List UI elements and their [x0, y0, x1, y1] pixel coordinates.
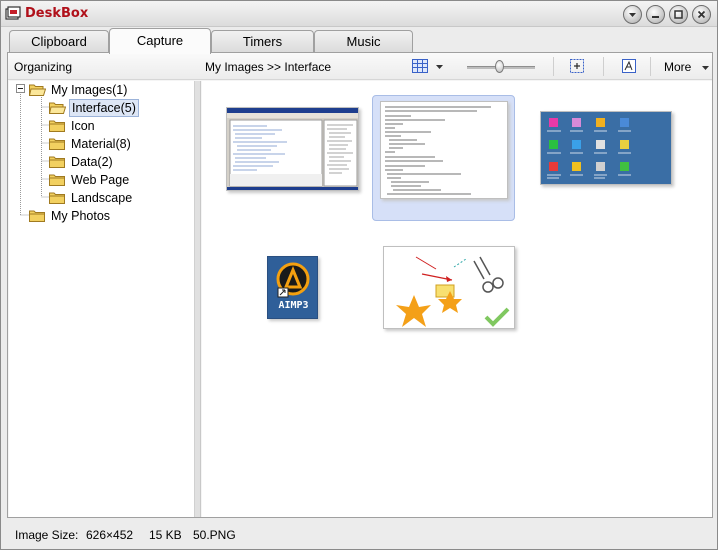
desktop-preview — [547, 118, 631, 179]
folder-icon — [49, 120, 65, 132]
deskbox-window: DeskBox Clipboard Capture Timers Music O… — [0, 0, 718, 550]
breadcrumb: My Images >> Interface — [205, 60, 332, 74]
chevron-down-icon — [702, 66, 709, 70]
status-bar: Image Size: 626×452 15 KB 50.PNG — [1, 519, 717, 549]
folder-icon — [49, 156, 65, 168]
close-button[interactable] — [692, 5, 711, 24]
tab-clipboard[interactable]: Clipboard — [9, 30, 109, 53]
tree-item-label: Icon — [71, 119, 95, 133]
tab-capture[interactable]: Capture — [109, 28, 211, 54]
tab-timers[interactable]: Timers — [211, 30, 314, 53]
toolbar: Organizing My Images >> Interface More — [8, 53, 712, 80]
tab-music[interactable]: Music — [314, 30, 413, 53]
grid-view-icon — [412, 59, 428, 73]
maximize-button[interactable] — [669, 5, 688, 24]
view-mode-button[interactable] — [412, 59, 444, 75]
tree-item-label: Material(8) — [71, 137, 131, 151]
image-filename: 50.PNG — [193, 528, 236, 542]
close-icon — [697, 10, 706, 19]
ide-preview — [227, 108, 358, 190]
slider-thumb[interactable] — [495, 60, 504, 73]
chevron-down-icon — [436, 65, 443, 69]
thumbnail-image — [540, 111, 672, 185]
text-annotation-icon — [622, 59, 636, 73]
tree-item-label: Landscape — [71, 191, 133, 205]
toolbar-separator — [650, 57, 651, 76]
minimize-icon — [652, 16, 659, 18]
thumbnail-image: AIMP3 — [267, 256, 318, 319]
maximize-icon — [674, 10, 683, 19]
toolbar-separator — [603, 57, 604, 76]
more-menu-button[interactable]: More — [664, 60, 710, 76]
tree-item-label: My Images(1) — [51, 83, 128, 97]
minus-icon — [18, 88, 23, 89]
tree-item-label: Interface(5) — [69, 99, 139, 117]
open-folder-icon — [29, 84, 46, 96]
organizing-label: Organizing — [14, 60, 73, 74]
tree-item-label: Web Page — [71, 173, 130, 187]
app-title: DeskBox — [25, 6, 89, 21]
thumbnail-gallery: AIMP3 — [202, 81, 712, 517]
thumbnail-caption: AIMP3 — [278, 300, 309, 311]
dropdown-menu-button[interactable] — [623, 5, 642, 24]
folder-icon — [29, 210, 45, 222]
folder-icon — [49, 138, 65, 150]
folder-icon — [49, 192, 65, 204]
code-preview — [385, 106, 491, 195]
minimize-button[interactable] — [646, 5, 665, 24]
tree-item-label: Data(2) — [71, 155, 113, 169]
capture-region-button[interactable] — [570, 59, 584, 76]
tree-item-label: My Photos — [51, 209, 111, 223]
toolbar-separator — [553, 57, 554, 76]
image-filesize: 15 KB — [149, 528, 182, 542]
folder-icon — [49, 174, 65, 186]
thumbnail-image — [383, 246, 515, 329]
triangle-down-icon — [629, 13, 636, 17]
folder-tree: My Images(1) Interface(5) Icon Material(… — [9, 81, 195, 517]
collapse-toggle[interactable] — [16, 84, 25, 93]
drawing-preview — [396, 256, 510, 327]
capture-panel: Organizing My Images >> Interface More M… — [7, 52, 713, 518]
thumbnail-size-slider[interactable] — [467, 60, 535, 73]
thumbnail-image — [380, 101, 508, 199]
image-dimensions: 626×452 — [86, 528, 134, 542]
app-logo-icon — [5, 6, 21, 20]
panel-splitter[interactable] — [195, 81, 201, 517]
thumbnail-image — [226, 107, 359, 191]
open-folder-icon — [49, 102, 66, 114]
image-size-label: Image Size: — [15, 528, 79, 542]
more-label: More — [664, 60, 692, 74]
capture-region-icon — [570, 59, 584, 73]
text-annotation-button[interactable] — [622, 59, 636, 76]
title-bar[interactable]: DeskBox — [1, 1, 717, 27]
